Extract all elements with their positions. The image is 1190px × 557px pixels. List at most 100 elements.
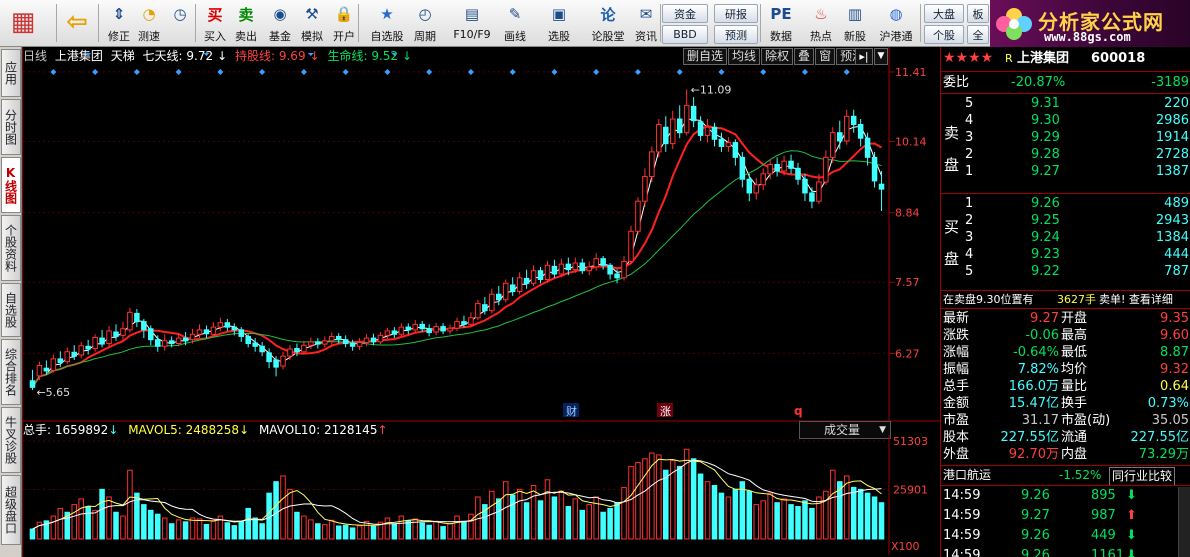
compare-button[interactable]: 同行业比较 — [1109, 467, 1176, 486]
kline-chart-panel[interactable]: 日线 上港集团 天梯 七天线: 9.72 ↓ 持股线: 9.69 ↓ 生命线: 9.… — [22, 47, 941, 557]
volume-bar[interactable] — [168, 523, 175, 540]
candle[interactable] — [475, 299, 481, 320]
toolbar-button-周期[interactable]: ◴ 周期 — [410, 2, 440, 45]
notice-detail-link[interactable]: 卖单! 查看详细 — [1099, 291, 1173, 308]
candle[interactable] — [621, 255, 627, 281]
toolbar-button-基金[interactable]: ◉ 基金 — [265, 2, 295, 45]
volume-bar[interactable] — [106, 496, 112, 540]
candle[interactable] — [433, 322, 439, 336]
volume-bar[interactable] — [245, 507, 251, 540]
candle[interactable] — [141, 318, 147, 339]
volume-bar[interactable] — [572, 498, 579, 540]
volume-bar[interactable] — [718, 492, 725, 540]
candle[interactable] — [210, 322, 217, 337]
volume-bar[interactable] — [788, 504, 794, 540]
candle[interactable] — [134, 309, 140, 328]
volume-bar[interactable] — [384, 517, 391, 540]
candle[interactable] — [544, 260, 551, 283]
volume-bar[interactable] — [50, 515, 57, 540]
volume-bar[interactable] — [342, 524, 349, 540]
candle[interactable] — [120, 321, 126, 340]
volume-bar[interactable] — [259, 523, 265, 540]
candle[interactable] — [830, 127, 836, 163]
toolbar-button-选股[interactable]: ▣ 选股 — [544, 2, 574, 45]
candle[interactable] — [245, 334, 251, 348]
volume-bar[interactable] — [704, 481, 711, 540]
left-tab-个股资料[interactable]: 个股资料 — [1, 215, 21, 281]
candle[interactable] — [690, 97, 697, 128]
volume-bar[interactable] — [294, 511, 300, 540]
toolbar-button-模拟[interactable]: ⚒ 模拟 — [297, 2, 327, 45]
candle[interactable] — [252, 338, 258, 352]
candle[interactable] — [579, 258, 586, 274]
volume-bar[interactable] — [732, 488, 739, 540]
candle[interactable] — [718, 132, 725, 152]
candle[interactable] — [259, 341, 265, 357]
volume-bar[interactable] — [760, 500, 766, 540]
volume-bar[interactable] — [565, 506, 572, 540]
scrollbar[interactable] — [1178, 487, 1190, 557]
candle[interactable] — [676, 105, 683, 139]
candle[interactable] — [739, 151, 746, 188]
candle[interactable] — [857, 119, 864, 147]
candle[interactable] — [398, 323, 405, 337]
volume-bar[interactable] — [767, 492, 773, 540]
volume-bar[interactable] — [141, 504, 147, 540]
toolbar-button-数据[interactable]: PE 数据 — [766, 2, 796, 45]
candle[interactable] — [29, 369, 36, 391]
volume-bar[interactable] — [635, 462, 641, 540]
volume-bar[interactable] — [530, 485, 537, 540]
volume-bar[interactable] — [628, 465, 634, 540]
volume-bar[interactable] — [252, 517, 258, 540]
volume-bar[interactable] — [161, 517, 168, 540]
candle[interactable] — [530, 265, 537, 287]
candle[interactable] — [795, 162, 801, 185]
volume-bar[interactable] — [857, 488, 864, 540]
left-tab-应用[interactable]: 应用 — [1, 49, 21, 97]
toolbar-button-自选股[interactable]: ★ 自选股 — [367, 2, 407, 45]
volume-bar[interactable] — [864, 492, 871, 540]
candle[interactable] — [753, 177, 760, 200]
volume-bar[interactable] — [537, 500, 544, 540]
volume-bar[interactable] — [551, 496, 558, 540]
toolbar-button-论股堂[interactable]: 论论股堂 — [588, 2, 628, 45]
candle[interactable] — [649, 146, 655, 182]
volume-bar[interactable] — [558, 490, 565, 540]
volume-bar[interactable] — [363, 520, 370, 540]
candle[interactable] — [871, 151, 878, 188]
volume-bar[interactable] — [753, 504, 760, 540]
candle[interactable] — [377, 332, 384, 345]
candle[interactable] — [78, 341, 84, 359]
candle[interactable] — [322, 336, 328, 348]
volume-bar[interactable] — [391, 523, 398, 540]
candle[interactable] — [850, 109, 857, 133]
candle[interactable] — [426, 324, 432, 337]
volume-bar[interactable] — [71, 504, 77, 540]
candle[interactable] — [50, 354, 57, 373]
volume-bar[interactable] — [433, 520, 439, 540]
volume-bar[interactable] — [85, 506, 91, 540]
volume-bar[interactable] — [328, 519, 335, 540]
candle[interactable] — [342, 335, 349, 348]
volume-bar[interactable] — [120, 515, 126, 540]
toolbar-button-windows-icon[interactable]: ▦ — [8, 2, 38, 45]
volume-bar[interactable] — [224, 522, 231, 540]
volume-bar[interactable] — [676, 465, 683, 540]
candle[interactable] — [656, 119, 662, 158]
volume-bar[interactable] — [802, 500, 808, 540]
candle[interactable] — [600, 255, 606, 270]
candle[interactable] — [774, 157, 780, 177]
toolbar-button-热点[interactable]: ♨ 热点 — [806, 2, 836, 45]
toolbar-button-clock-icon[interactable]: ◷ — [165, 2, 195, 45]
volume-bar[interactable] — [398, 515, 405, 540]
left-tab-自选股[interactable]: 自选股 — [1, 283, 21, 337]
sector-name[interactable]: 港口航运 — [943, 467, 991, 484]
candle[interactable] — [64, 347, 71, 364]
volume-bar[interactable] — [809, 507, 815, 540]
candle[interactable] — [489, 288, 495, 314]
volume-bar[interactable] — [127, 469, 133, 540]
candle[interactable] — [224, 318, 231, 331]
volume-chart[interactable]: 51303 25901 X100 — [23, 435, 941, 555]
volume-bar[interactable] — [621, 486, 627, 540]
candle[interactable] — [99, 329, 105, 348]
